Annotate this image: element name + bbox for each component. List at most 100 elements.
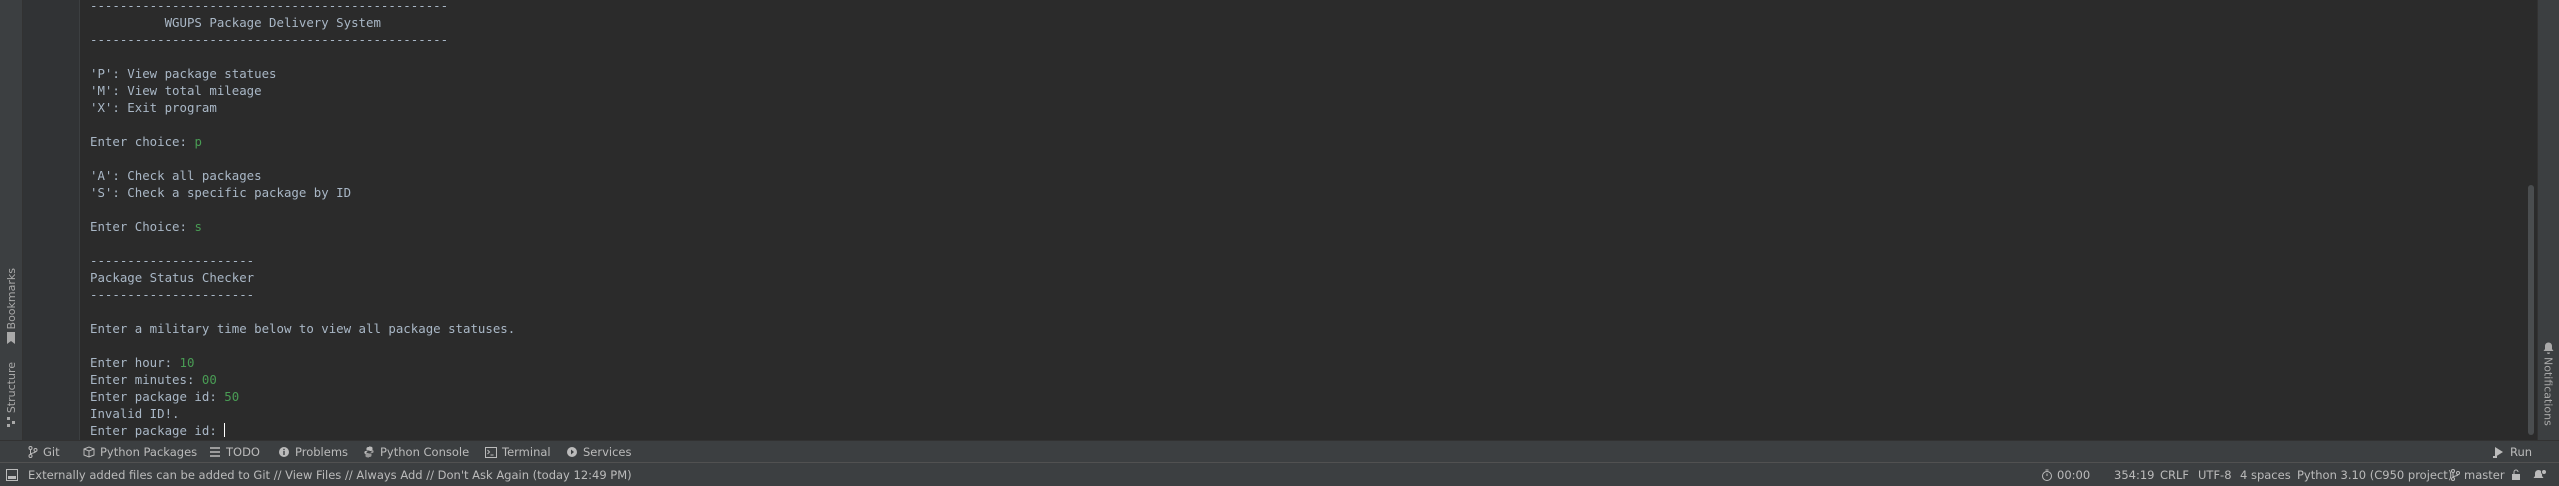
console-line: Enter hour: 10 — [90, 354, 515, 371]
git-branch[interactable]: master — [2451, 467, 2505, 482]
console-line-text: Enter package id: — [90, 389, 225, 404]
console-user-input: 00 — [201, 372, 217, 387]
tab-run[interactable]: Run — [2493, 444, 2532, 460]
console-line: Enter Choice: s — [90, 218, 515, 235]
console-line-text: 'S': Check a specific package by ID — [90, 185, 352, 200]
git-branch-icon — [28, 446, 38, 458]
console-line: 'M': View total mileage — [90, 82, 515, 99]
console-line: Enter minutes: 00 — [90, 371, 515, 388]
console-line: 'P': View package statues — [90, 65, 515, 82]
status-message[interactable]: Externally added files can be added to G… — [6, 467, 632, 482]
python-icon — [364, 446, 374, 458]
caret-position[interactable]: 354:19 — [2114, 467, 2154, 482]
bookmarks-label: Bookmarks — [4, 268, 18, 330]
console-gutter — [23, 0, 80, 440]
bookmark-icon — [7, 332, 15, 345]
bell-icon — [2543, 342, 2553, 354]
status-timer[interactable]: 00:00 — [2041, 467, 2090, 482]
branch-icon — [2451, 468, 2460, 481]
file-encoding[interactable]: UTF-8 — [2198, 467, 2232, 482]
console-line: Enter choice: p — [90, 133, 515, 150]
console-line-text: 'A': Check all packages — [90, 168, 262, 183]
text-caret — [224, 423, 226, 437]
console-line-text: Enter hour: — [90, 355, 180, 370]
console-line: WGUPS Package Delivery System — [90, 14, 515, 31]
console-line: ----------------------------------------… — [90, 31, 515, 48]
right-tool-strip: Notifications — [2537, 0, 2559, 440]
tab-todo[interactable]: TODO — [209, 444, 260, 460]
tab-python-console[interactable]: Python Console — [363, 444, 469, 460]
terminal-icon — [485, 446, 497, 458]
console-line-text: ----------------------------------------… — [90, 0, 449, 13]
info-icon — [279, 447, 289, 457]
python-interpreter[interactable]: Python 3.10 (C950 project) — [2297, 467, 2452, 482]
run-icon — [2493, 447, 2503, 458]
console-line: 'A': Check all packages — [90, 167, 515, 184]
lock-status[interactable] — [2511, 467, 2522, 482]
console-line-text: Enter package id: — [90, 423, 225, 438]
indent-setting[interactable]: 4 spaces — [2240, 467, 2291, 482]
console-output: ---------------------- ------------------… — [90, 0, 515, 439]
console-user-input: s — [194, 219, 202, 234]
tab-git[interactable]: Git — [28, 444, 60, 460]
console-line-text: ---------------------- — [90, 287, 255, 302]
console-user-input: 50 — [224, 389, 240, 404]
bookmarks-tab[interactable]: Bookmarks — [2, 268, 20, 345]
console-line-text: ----------------------------------------… — [90, 32, 449, 47]
tab-python-packages[interactable]: Python Packages — [83, 444, 197, 460]
console-line: 'S': Check a specific package by ID — [90, 184, 515, 201]
packages-icon — [83, 446, 95, 458]
console-user-input: p — [194, 134, 202, 149]
console-line-text: Enter Choice: — [90, 219, 195, 234]
console-line: Invalid ID!. — [90, 405, 515, 422]
lock-icon — [2512, 469, 2520, 480]
console-line-text: Enter a military time below to view all … — [90, 321, 516, 336]
console-line: ----------------------------------------… — [90, 0, 515, 14]
structure-icon — [7, 417, 15, 428]
console-line: ---------------------- — [90, 252, 515, 269]
list-icon — [210, 447, 220, 457]
console-line-text: 'P': View package statues — [90, 66, 277, 81]
notifications-tab[interactable]: Notifications — [2539, 342, 2557, 426]
tab-problems[interactable]: Problems — [278, 444, 348, 460]
console-line-text: WGUPS Package Delivery System — [90, 15, 381, 30]
console-line-text: 'M': View total mileage — [90, 83, 262, 98]
tool-window-bar: Git Python Packages TODO Problems Python… — [0, 440, 2559, 463]
console-line-text: ---------------------- — [90, 253, 255, 268]
left-tool-strip: Bookmarks Structure — [0, 0, 23, 440]
line-separator[interactable]: CRLF — [2160, 467, 2189, 482]
tab-terminal[interactable]: Terminal — [485, 444, 551, 460]
console-line: Enter a military time below to view all … — [90, 320, 515, 337]
console-line-text: Invalid ID!. — [90, 406, 180, 421]
notifications-icon — [2533, 468, 2547, 478]
console-line-text: 'X': Exit program — [90, 100, 217, 115]
scrollbar-thumb[interactable] — [2528, 185, 2534, 435]
console-scrollbar[interactable] — [2525, 0, 2537, 440]
console-line: 'X': Exit program — [90, 99, 515, 116]
services-icon — [567, 447, 577, 457]
status-bar: Externally added files can be added to G… — [0, 462, 2559, 486]
status-message-text[interactable]: Externally added files can be added to G… — [28, 468, 632, 482]
console-line: Enter package id: 50 — [90, 388, 515, 405]
console-line-text: Enter minutes: — [90, 372, 202, 387]
console-line: Enter package id: — [90, 422, 515, 439]
console-line: Package Status Checker — [90, 269, 515, 286]
console-line-text: Enter choice: — [90, 134, 195, 149]
tab-services[interactable]: Services — [566, 444, 632, 460]
notifications-label: Notifications — [2541, 357, 2555, 426]
structure-tab[interactable]: Structure — [2, 362, 20, 428]
console-line-text: Package Status Checker — [90, 270, 255, 285]
console-user-input: 10 — [179, 355, 195, 370]
notifications-status[interactable] — [2533, 467, 2547, 482]
structure-label: Structure — [4, 362, 18, 414]
run-console[interactable]: ---------------------- ------------------… — [80, 0, 2530, 440]
toggle-tool-windows-icon[interactable] — [6, 468, 18, 481]
console-line: ---------------------- — [90, 286, 515, 303]
stopwatch-icon — [2042, 469, 2052, 481]
